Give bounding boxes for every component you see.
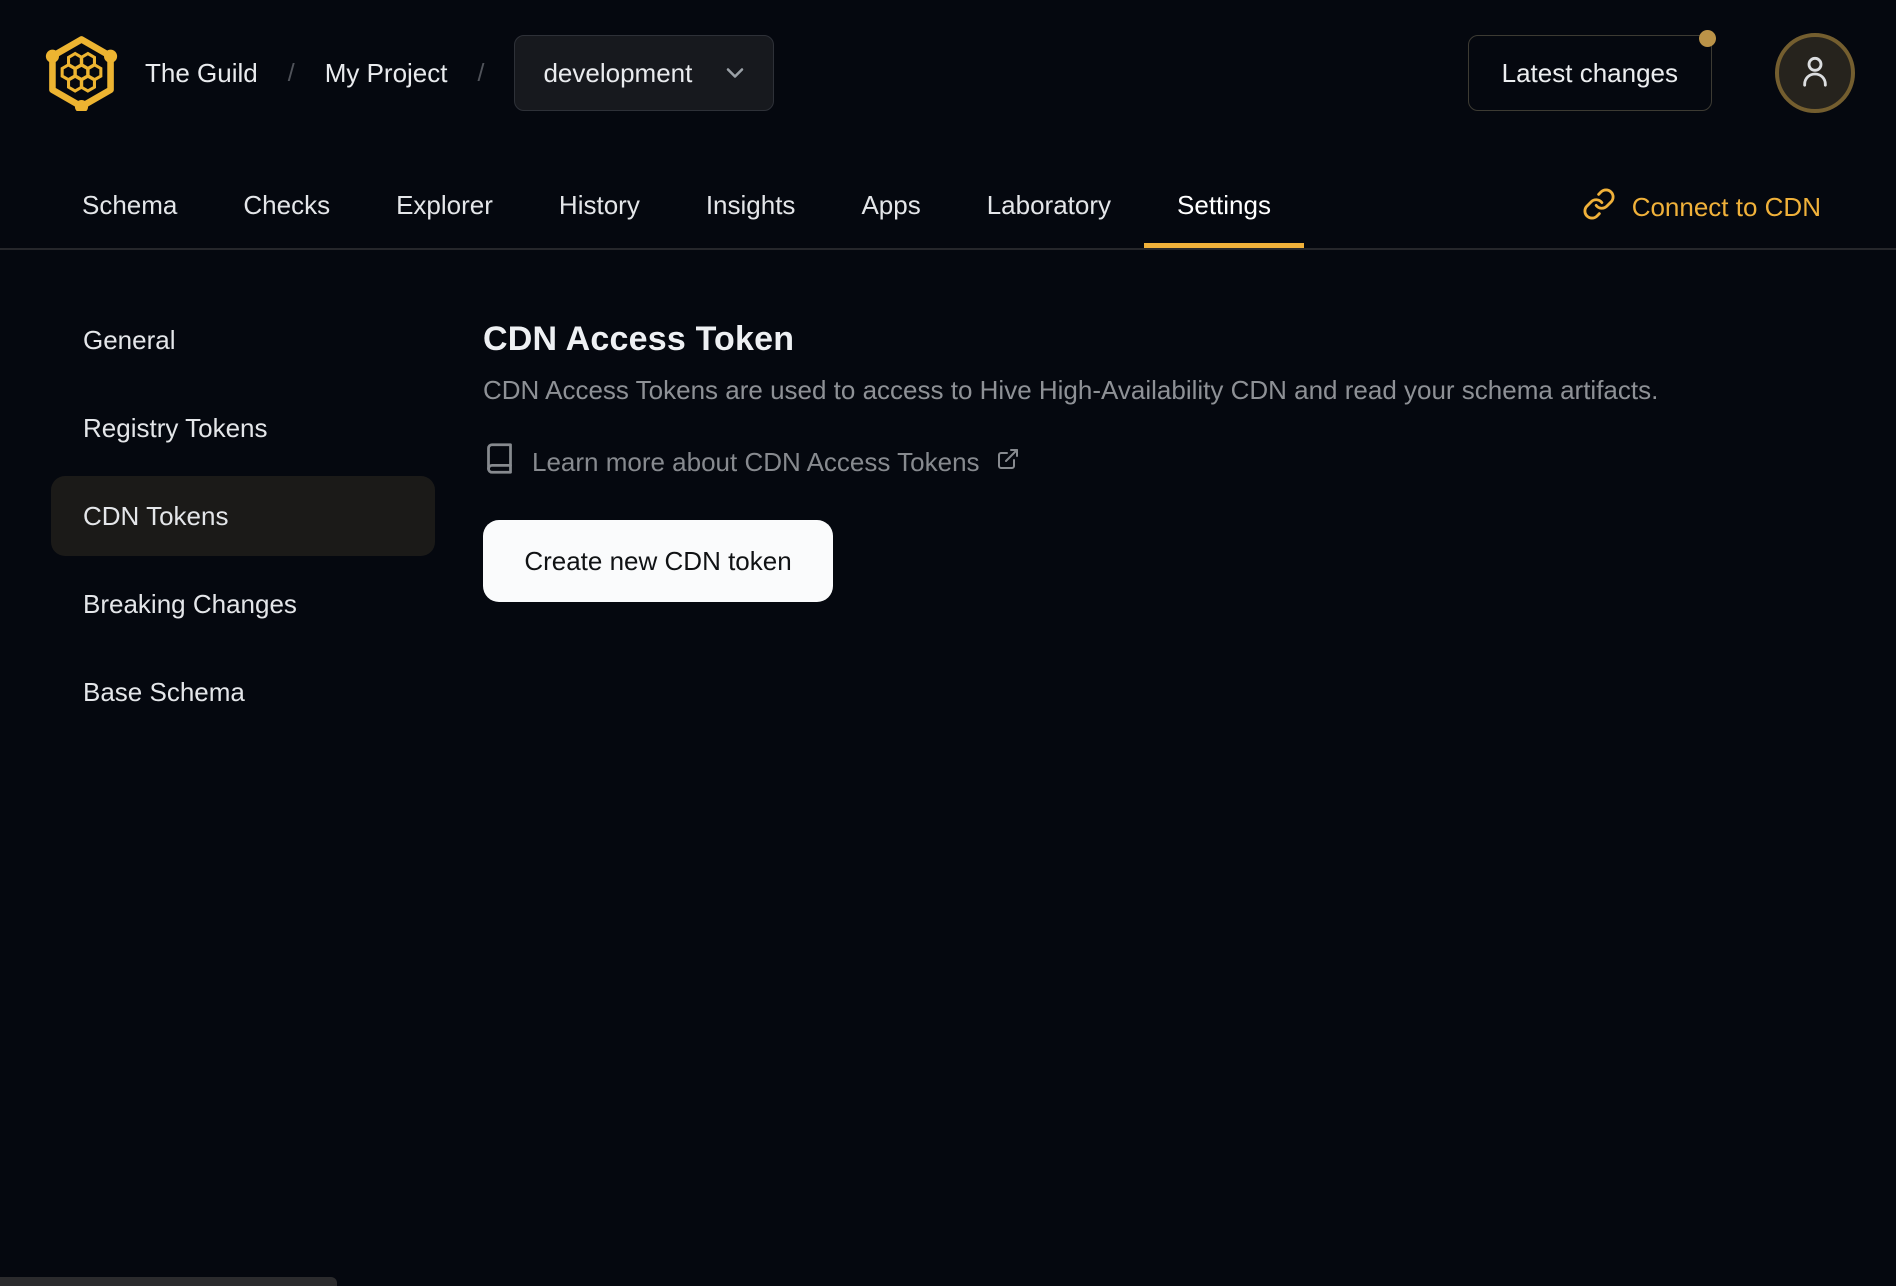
tab-checks[interactable]: Checks bbox=[210, 167, 363, 248]
breadcrumb: The Guild / My Project / bbox=[145, 58, 484, 89]
settings-content: General Registry Tokens CDN Tokens Break… bbox=[0, 250, 1896, 740]
breadcrumb-separator: / bbox=[477, 58, 485, 87]
tab-explorer[interactable]: Explorer bbox=[363, 167, 526, 248]
user-avatar[interactable] bbox=[1775, 33, 1855, 113]
hive-logo-icon[interactable] bbox=[45, 35, 118, 111]
target-selector-dropdown[interactable]: development bbox=[514, 35, 775, 111]
target-selector-value: development bbox=[543, 57, 693, 88]
breadcrumb-org[interactable]: The Guild bbox=[145, 58, 258, 89]
tab-laboratory[interactable]: Laboratory bbox=[954, 167, 1144, 248]
breadcrumb-separator: / bbox=[287, 58, 295, 87]
latest-changes-button[interactable]: Latest changes bbox=[1467, 30, 1716, 111]
latest-changes-label: Latest changes bbox=[1501, 57, 1678, 88]
tab-settings[interactable]: Settings bbox=[1144, 167, 1304, 248]
notification-dot-icon bbox=[1699, 30, 1716, 47]
top-header: The Guild / My Project / development Lat… bbox=[0, 0, 1896, 146]
hive-app: The Guild / My Project / development Lat… bbox=[0, 0, 1896, 1286]
book-icon bbox=[483, 442, 516, 482]
tab-list: Schema Checks Explorer History Insights … bbox=[49, 167, 1304, 248]
chevron-down-icon bbox=[721, 59, 749, 87]
breadcrumb-project[interactable]: My Project bbox=[325, 58, 448, 89]
connect-to-cdn-label: Connect to CDN bbox=[1631, 192, 1821, 222]
sidebar-item-cdn-tokens[interactable]: CDN Tokens bbox=[51, 476, 435, 556]
learn-more-link[interactable]: Learn more about CDN Access Tokens bbox=[483, 442, 1836, 482]
connect-to-cdn-link[interactable]: Connect to CDN bbox=[1582, 167, 1821, 248]
sidebar-item-registry-tokens[interactable]: Registry Tokens bbox=[51, 388, 435, 468]
bottom-scrollbar-thumb[interactable] bbox=[0, 1277, 337, 1286]
create-cdn-token-button[interactable]: Create new CDN token bbox=[483, 520, 833, 602]
learn-more-label: Learn more about CDN Access Tokens bbox=[532, 446, 980, 477]
sidebar-item-base-schema[interactable]: Base Schema bbox=[51, 652, 435, 732]
tab-insights[interactable]: Insights bbox=[673, 167, 829, 248]
sidebar-item-breaking-changes[interactable]: Breaking Changes bbox=[51, 564, 435, 644]
tab-history[interactable]: History bbox=[526, 167, 673, 248]
page-title: CDN Access Token bbox=[483, 320, 795, 358]
user-icon bbox=[1795, 51, 1835, 96]
cdn-token-panel: CDN Access Token CDN Access Tokens are u… bbox=[435, 250, 1896, 602]
external-link-icon bbox=[996, 447, 1020, 478]
sidebar-item-general[interactable]: General bbox=[51, 300, 435, 380]
page-description: CDN Access Tokens are used to access to … bbox=[483, 375, 1659, 405]
settings-sidebar: General Registry Tokens CDN Tokens Break… bbox=[51, 250, 435, 740]
tab-apps[interactable]: Apps bbox=[828, 167, 953, 248]
tab-schema[interactable]: Schema bbox=[49, 167, 210, 248]
chain-link-icon bbox=[1582, 187, 1616, 228]
project-tabs-bar: Schema Checks Explorer History Insights … bbox=[0, 146, 1896, 250]
